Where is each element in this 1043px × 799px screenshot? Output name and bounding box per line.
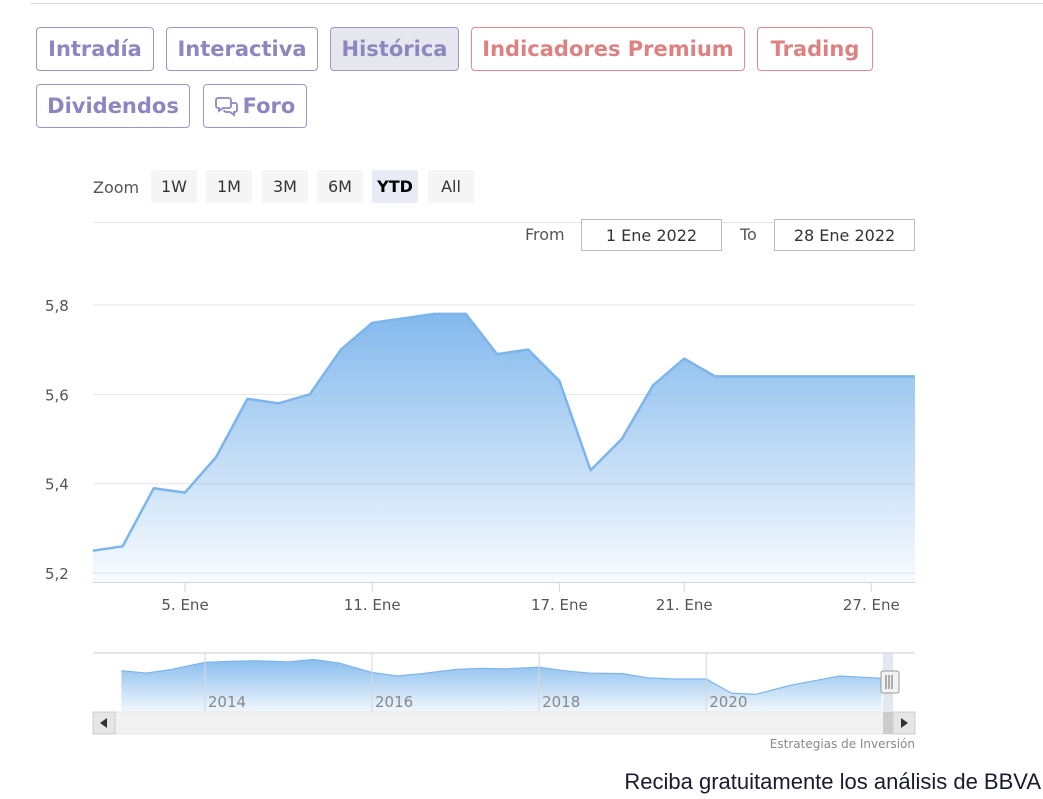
price-chart: 5,2 5,4 5,6 5,8 5. Ene 11. Ene 17. Ene 21. Ene 2… xyxy=(45,297,916,735)
navigator-tick-label: 2014 xyxy=(208,693,246,711)
x-tick-label: 11. Ene xyxy=(344,596,401,614)
y-tick-label: 5,8 xyxy=(45,297,69,315)
navigator-tick-label: 2016 xyxy=(375,693,413,711)
x-tick-label: 27. Ene xyxy=(843,596,900,614)
x-tick-label: 5. Ene xyxy=(161,596,208,614)
navigator-tick-label: 2018 xyxy=(542,693,580,711)
scrollbar-track[interactable] xyxy=(92,711,916,735)
x-tick-label: 21. Ene xyxy=(656,596,713,614)
navigator-tick-label: 2020 xyxy=(709,693,747,711)
navigator-handle[interactable] xyxy=(880,670,900,694)
scrollbar-thumb[interactable] xyxy=(883,712,893,734)
y-tick-label: 5,2 xyxy=(45,565,69,583)
y-tick-label: 5,4 xyxy=(45,476,69,494)
chart-credit[interactable]: Estrategias de Inversión xyxy=(770,737,915,751)
y-tick-label: 5,6 xyxy=(45,386,69,404)
promo-text[interactable]: Reciba gratuitamente los análisis de BBV… xyxy=(624,769,1041,795)
x-tick-label: 17. Ene xyxy=(531,596,588,614)
